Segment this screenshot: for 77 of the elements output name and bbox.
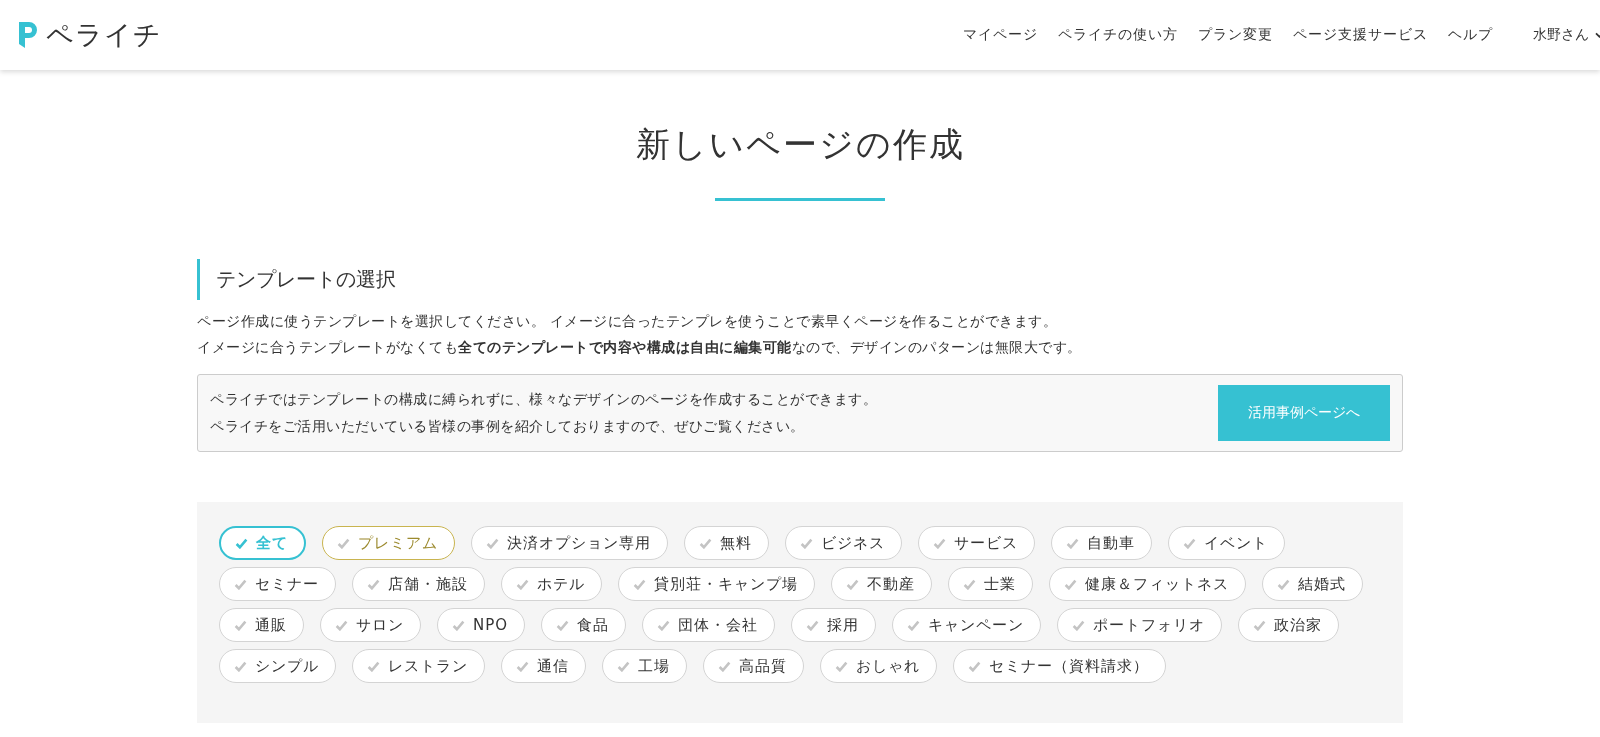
check-icon — [800, 537, 813, 549]
description-text: ページ作成に使うテンプレートを選択してください。 イメージに合ったテンプレを使うことで素早くページを作ることができます。 — [197, 312, 1059, 331]
filter-chip[interactable]: 店舗・施設 — [352, 567, 485, 601]
check-icon — [1277, 578, 1290, 590]
check-icon — [234, 619, 247, 631]
filter-chip[interactable]: NPO — [437, 608, 526, 642]
check-icon — [968, 660, 981, 672]
check-icon — [337, 537, 350, 549]
check-icon — [718, 660, 731, 672]
filter-chip[interactable]: セミナー（資料請求） — [953, 649, 1166, 683]
logo-text[interactable]: ペライチ — [46, 17, 162, 53]
check-icon — [657, 619, 671, 631]
check-icon — [699, 537, 712, 549]
check-icon — [556, 619, 570, 631]
filter-chip[interactable]: 無料 — [684, 526, 769, 560]
filter-chip[interactable]: 高品質 — [703, 649, 804, 683]
check-icon — [486, 537, 499, 549]
logo-icon[interactable] — [16, 20, 40, 50]
nav-link[interactable]: プラン変更 — [1198, 26, 1273, 44]
filter-chip[interactable]: シンプル — [219, 649, 336, 683]
check-icon — [846, 578, 859, 590]
check-icon — [516, 578, 529, 590]
check-icon — [633, 578, 646, 590]
filter-chip[interactable]: おしゃれ — [820, 649, 937, 683]
filter-chip[interactable]: ビジネス — [785, 526, 902, 560]
page-title: 新しいページの作成 — [635, 123, 965, 166]
check-icon — [452, 619, 465, 631]
check-icon — [963, 578, 976, 590]
filter-chip[interactable]: サロン — [320, 608, 421, 642]
check-icon — [1183, 537, 1196, 549]
section-heading: テンプレートの選択 — [197, 259, 1403, 300]
filter-chip[interactable]: 自動車 — [1051, 526, 1152, 560]
nav-link[interactable]: ページ支援サービス — [1293, 26, 1428, 44]
filter-chip[interactable]: 工場 — [602, 649, 687, 683]
filter-chip[interactable]: 士業 — [948, 567, 1033, 601]
check-icon — [234, 660, 247, 672]
filter-chip[interactable]: サービス — [918, 526, 1035, 560]
nav-link[interactable]: マイページ — [963, 26, 1038, 44]
filter-chip[interactable]: 不動産 — [831, 567, 932, 601]
check-icon — [1072, 619, 1086, 631]
user-menu[interactable]: 水野さん — [1533, 26, 1589, 44]
filter-chip[interactable]: 結婚式 — [1262, 567, 1363, 601]
check-icon — [235, 537, 248, 549]
filter-chip[interactable]: プレミアム — [322, 526, 455, 560]
check-icon — [234, 578, 247, 590]
filter-chip[interactable]: セミナー — [219, 567, 336, 601]
filter-chip[interactable]: 貸別荘・キャンプ場 — [618, 567, 815, 601]
filter-chip[interactable]: 採用 — [791, 608, 877, 642]
notice-text: ペライチではテンプレートの構成に縛られずに、様々なデザインのページを作成することができます。 — [210, 390, 877, 409]
check-icon — [516, 660, 529, 672]
check-icon — [335, 619, 348, 631]
check-icon — [835, 660, 848, 672]
filter-chip[interactable]: 食品 — [541, 608, 627, 642]
filter-chip[interactable]: 健康＆フィットネス — [1049, 567, 1246, 601]
filter-chip[interactable]: イベント — [1168, 526, 1285, 560]
description-text: イメージに合うテンプレートがなくても全てのテンプレートで内容や構成は自由に編集可能なので、デザインのパターンは無限大です。 — [197, 338, 1083, 357]
filter-chip[interactable]: ホテル — [501, 567, 602, 601]
check-icon — [1066, 537, 1079, 549]
nav-link[interactable]: ヘルプ — [1448, 26, 1493, 44]
filter-chip[interactable]: 政治家 — [1238, 608, 1340, 642]
check-icon — [1253, 619, 1267, 631]
notice-text: ペライチをご活用いただいている皆様の事例を紹介しておりますので、ぜひご覧ください。 — [210, 417, 806, 436]
check-icon — [367, 578, 380, 590]
check-icon — [907, 619, 921, 631]
filter-chip[interactable]: 団体・会社 — [642, 608, 776, 642]
filter-chip[interactable]: レストラン — [352, 649, 485, 683]
check-icon — [1064, 578, 1077, 590]
filter-chip[interactable]: 通信 — [501, 649, 586, 683]
check-icon — [806, 619, 820, 631]
check-icon — [367, 660, 380, 672]
filter-chip[interactable]: 決済オプション専用 — [471, 526, 668, 560]
filter-chip[interactable]: キャンペーン — [892, 608, 1042, 642]
filter-chip[interactable]: 通販 — [219, 608, 304, 642]
nav-link[interactable]: ペライチの使い方 — [1058, 26, 1178, 44]
check-icon — [933, 537, 946, 549]
filter-chip[interactable]: ポートフォリオ — [1057, 608, 1223, 642]
check-icon — [617, 660, 630, 672]
